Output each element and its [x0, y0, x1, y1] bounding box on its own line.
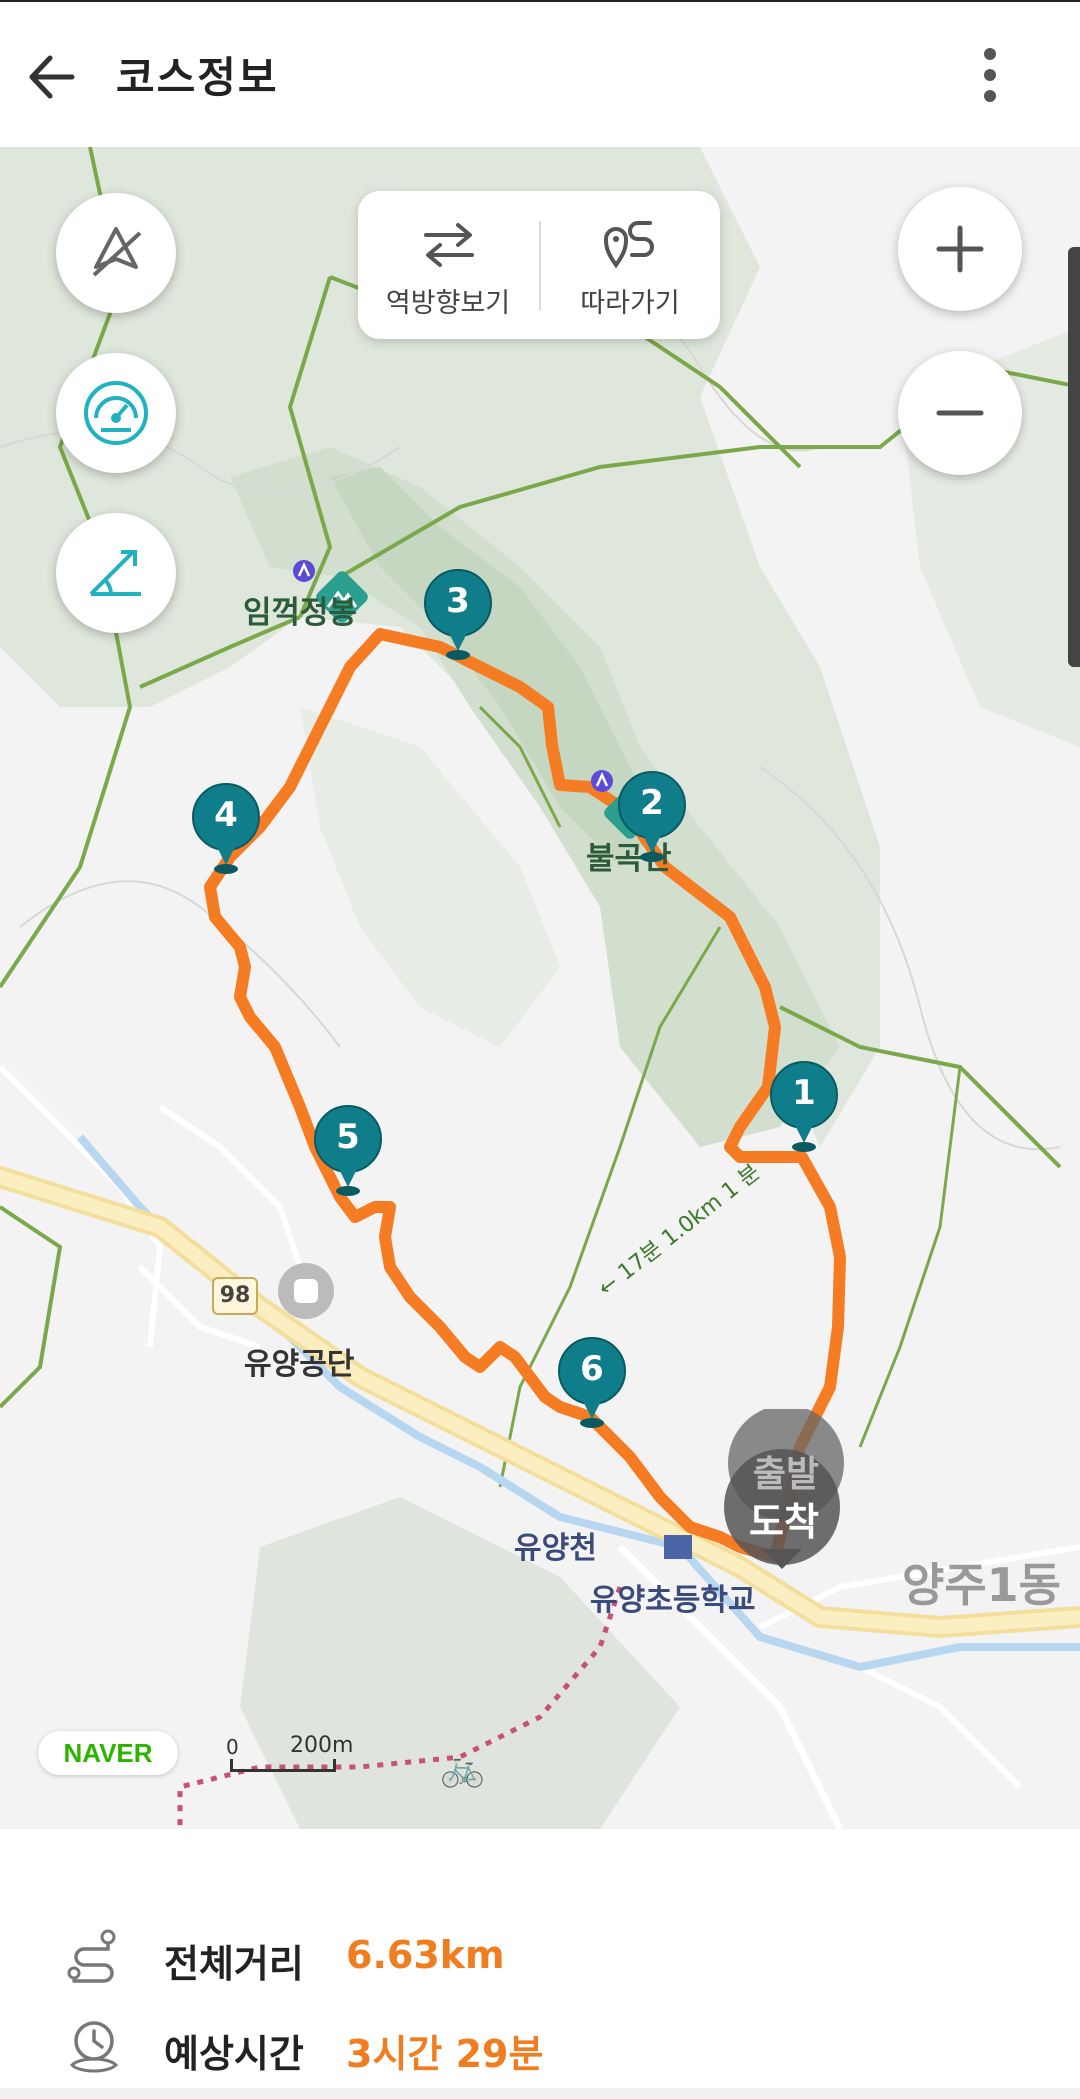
slope-icon [89, 550, 141, 596]
place-label-yuyang-school: 유양초등학교 [590, 1583, 756, 1618]
distance-label: 전체거리 [164, 1942, 304, 1986]
road-number-badge: 98 [212, 1277, 258, 1315]
elevation-button[interactable] [56, 513, 176, 633]
end-label: 도착 [749, 1500, 819, 1544]
waypoint-marker-3[interactable]: 3 [422, 569, 494, 673]
school-icon[interactable] [664, 1535, 692, 1559]
place-label-yuyangcheon: 유양천 [514, 1531, 597, 1566]
peak-label-imkkeokjeong: 임꺽정봉 [243, 595, 358, 631]
speedometer-icon [84, 381, 148, 445]
estimated-time-icon [64, 2017, 124, 2077]
follow-route-label: 따라가기 [580, 288, 680, 319]
more-options-icon[interactable] [960, 40, 1020, 110]
zoom-out-button[interactable] [898, 351, 1022, 475]
route-distance-icon [64, 1927, 124, 1987]
start-label: 출발 [752, 1454, 820, 1495]
gesture-bar [0, 2088, 1080, 2099]
minus-icon [936, 410, 984, 416]
navigation-off-icon [92, 227, 142, 277]
waypoint-marker-1[interactable]: 1 [768, 1061, 840, 1165]
time-value: 3시간 29분 [346, 2032, 544, 2076]
side-handle[interactable] [1068, 247, 1080, 667]
waypoint-marker-4[interactable]: 4 [190, 783, 262, 887]
scale-distance-label: 200m [290, 1733, 354, 1758]
naver-logo: NAVER [38, 1731, 178, 1775]
industrial-complex-icon[interactable] [278, 1263, 334, 1319]
distance-value: 6.63km [346, 1933, 505, 1977]
scale-bar [230, 1759, 336, 1772]
zoom-in-button[interactable] [898, 187, 1022, 311]
follow-route-button[interactable]: 따라가기 [540, 191, 720, 339]
plus-icon [936, 225, 984, 273]
top-bar: 코스정보 [0, 0, 1080, 145]
place-label-yangju1dong: 양주1동 [902, 1558, 1061, 1612]
waypoint-marker-2[interactable]: 2 [616, 771, 688, 875]
bicycle-icon: 🚲 [440, 1748, 485, 1789]
swap-arrows-icon [424, 223, 474, 267]
waypoint-marker-5[interactable]: 5 [312, 1105, 384, 1209]
route-options-panel: 역방향보기 따라가기 [358, 191, 720, 339]
scale-zero-label: 0 [226, 1735, 239, 1759]
time-label: 예상시간 [164, 2032, 304, 2076]
back-arrow-icon[interactable] [22, 42, 92, 112]
reverse-direction-label: 역방향보기 [385, 288, 511, 319]
distance-row: 전체거리 6.63km [0, 1921, 1080, 1991]
time-row: 예상시간 3시간 29분 [0, 2011, 1080, 2081]
course-map[interactable]: 임꺽정봉 불곡산 3 2 4 1 5 6 출발 도착 ← 17분 1.0km 1… [0, 147, 1080, 1829]
route-pin-icon [603, 221, 654, 269]
place-label-yuyang-gongdan: 유양공단 [244, 1347, 355, 1382]
waypoint-marker-6[interactable]: 6 [556, 1337, 628, 1441]
start-end-marker[interactable]: 출발 도착 [722, 1409, 846, 1569]
reverse-direction-button[interactable]: 역방향보기 [358, 191, 538, 339]
compass-off-button[interactable] [56, 193, 176, 313]
speed-gauge-button[interactable] [56, 353, 176, 473]
page-title: 코스정보 [116, 53, 279, 102]
course-summary: 전체거리 6.63km 예상시간 3시간 29분 [0, 1829, 1080, 2099]
